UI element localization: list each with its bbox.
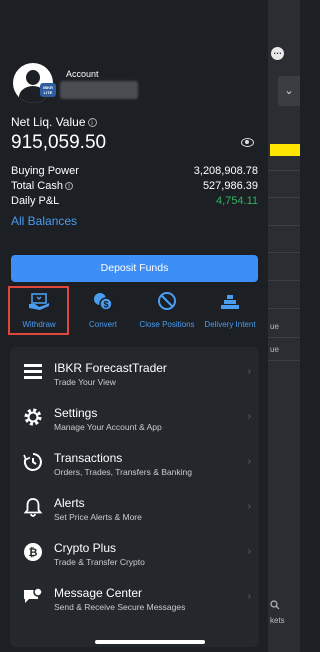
menu-item-crypto-plus[interactable]: ₿ Crypto Plus Trade & Transfer Crypto › (10, 529, 259, 574)
close-positions-icon (158, 292, 176, 310)
menu-item-subtitle: Send & Receive Secure Messages (54, 602, 186, 612)
action-label: Delivery Intent (204, 320, 256, 329)
metric-value: 4,754.11 (215, 195, 258, 207)
metric-value: 3,208,908.78 (193, 165, 258, 177)
metric-label: Buying Power (11, 165, 79, 177)
action-label: Convert (88, 320, 117, 329)
menu-item-title: Crypto Plus (54, 541, 117, 555)
menu-item-settings[interactable]: Settings Manage Your Account & App › (10, 394, 259, 439)
action-label: Close Positions (139, 320, 195, 329)
svg-text:₿: ₿ (29, 547, 38, 559)
message-icon (24, 587, 43, 603)
chevron-down-icon[interactable]: ⌄ (278, 76, 300, 106)
transactions-icon (23, 453, 42, 471)
withdraw-highlight-box (8, 286, 69, 335)
chevron-right-icon: › (247, 366, 251, 377)
menu-item-transactions[interactable]: Transactions Orders, Trades, Transfers &… (10, 439, 259, 484)
forecast-icon (24, 364, 42, 379)
menu-item-forecasttrader[interactable]: IBKR ForecastTrader Trade Your View › (10, 349, 259, 394)
highlight-strip (270, 144, 300, 156)
menu-item-title: IBKR ForecastTrader (54, 361, 167, 375)
account-label: Account (66, 69, 99, 79)
divider (268, 197, 300, 198)
menu-list: IBKR ForecastTrader Trade Your View › Se… (10, 347, 259, 647)
info-icon[interactable]: i (64, 182, 73, 190)
divider (268, 170, 300, 171)
metric-label: Total Cash (11, 180, 63, 192)
eye-icon[interactable] (241, 138, 254, 147)
menu-item-alerts[interactable]: Alerts Set Price Alerts & More › (10, 484, 259, 529)
all-balances-link[interactable]: All Balances (11, 214, 77, 228)
metric-label: Daily P&L (11, 195, 60, 207)
account-drawer: IBKR LITE Account Net Liq. Value i 915,05… (0, 0, 268, 652)
background-text: kets (270, 616, 285, 625)
ibkr-lite-badge: IBKR LITE (40, 83, 56, 97)
divider (268, 308, 300, 309)
svg-text:$: $ (103, 300, 108, 310)
home-indicator[interactable] (95, 640, 205, 644)
menu-item-message-center[interactable]: Message Center Send & Receive Secure Mes… (10, 574, 259, 619)
background-text: ue (270, 322, 279, 331)
net-liq-value: 915,059.50 (11, 132, 107, 153)
menu-item-subtitle: Set Price Alerts & More (54, 512, 142, 522)
menu-item-subtitle: Orders, Trades, Transfers & Banking (54, 467, 192, 477)
menu-item-title: Alerts (54, 496, 85, 510)
chevron-right-icon: › (247, 546, 251, 557)
net-liq-label-text: Net Liq. Value (11, 115, 86, 129)
menu-item-subtitle: Trade Your View (54, 377, 116, 387)
menu-item-subtitle: Trade & Transfer Crypto (54, 557, 145, 567)
gear-icon (24, 408, 42, 426)
account-id-redacted (60, 81, 138, 99)
divider (268, 225, 300, 226)
menu-item-subtitle: Manage Your Account & App (54, 422, 162, 432)
bell-icon (23, 498, 43, 517)
background-text: ue (270, 345, 279, 354)
search-icon[interactable] (270, 600, 280, 610)
delivery-intent-icon (221, 295, 239, 309)
chevron-right-icon: › (247, 456, 251, 467)
menu-item-title: Message Center (54, 586, 143, 600)
convert-button[interactable]: $ Convert (72, 286, 134, 336)
metric-daily-pnl: Daily P&L 4,754.11 (11, 195, 258, 207)
background-app: … ⌄ ue ue kets (268, 0, 300, 652)
deposit-funds-button[interactable]: Deposit Funds (11, 255, 258, 282)
divider (268, 337, 300, 338)
divider (268, 360, 300, 361)
delivery-intent-button[interactable]: Delivery Intent (199, 286, 261, 336)
more-icon[interactable]: … (271, 47, 284, 60)
convert-icon: $ (94, 293, 113, 311)
menu-item-title: Transactions (54, 451, 123, 465)
chevron-right-icon: › (247, 501, 251, 512)
metric-buying-power: Buying Power 3,208,908.78 (11, 165, 258, 177)
info-icon[interactable]: i (87, 118, 97, 127)
divider (268, 280, 300, 281)
chevron-right-icon: › (247, 591, 251, 602)
net-liq-label: Net Liq. Value i (11, 115, 97, 129)
chevron-right-icon: › (247, 411, 251, 422)
bitcoin-icon: ₿ (24, 543, 42, 561)
metric-value: 527,986.39 (202, 180, 258, 192)
menu-item-title: Settings (54, 406, 98, 420)
metric-total-cash: Total Cash i 527,986.39 (11, 180, 258, 192)
close-positions-button[interactable]: Close Positions (136, 286, 198, 336)
divider (268, 252, 300, 253)
